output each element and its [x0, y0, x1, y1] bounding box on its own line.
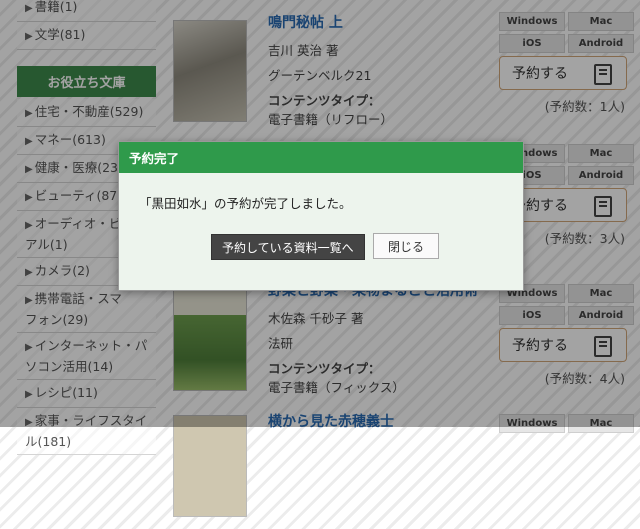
- reservation-complete-dialog: 予約完了 「黒田如水」の予約が完了しました。 予約している資料一覧へ 閉じる: [118, 141, 524, 291]
- close-button[interactable]: 閉じる: [373, 233, 440, 259]
- dialog-message: 「黒田如水」の予約が完了しました。: [139, 196, 352, 211]
- dialog-title: 予約完了: [119, 142, 523, 173]
- book-item: 横から見た赤穂義士 Windows Mac: [170, 411, 634, 529]
- reserved-list-button[interactable]: 予約している資料一覧へ: [211, 234, 365, 260]
- book-cover[interactable]: [173, 415, 247, 517]
